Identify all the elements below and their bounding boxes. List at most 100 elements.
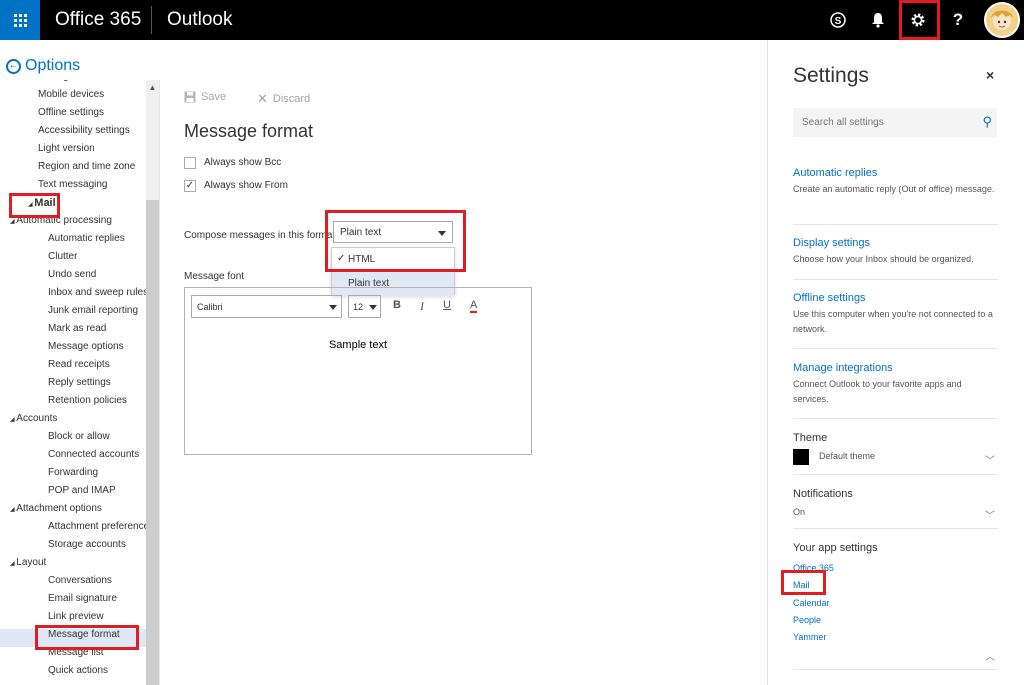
nav-item-label: Layout <box>16 557 47 568</box>
nav-item[interactable]: Block or allow <box>48 431 110 442</box>
font-size-select[interactable]: 12 <box>348 295 381 318</box>
brand-title[interactable]: Office 365 <box>55 9 141 31</box>
bold-button[interactable]: B <box>393 299 401 311</box>
avatar-image <box>991 10 1013 30</box>
nav-item[interactable]: ◢ Layout <box>10 557 46 568</box>
notifications-value[interactable]: On <box>793 507 805 517</box>
nav-item[interactable]: Conversations <box>48 575 112 586</box>
nav-item[interactable]: Text messaging <box>38 179 107 190</box>
nav-item[interactable]: Retention policies <box>48 395 127 406</box>
close-icon[interactable]: × <box>986 67 994 83</box>
nav-item-label: Read receipts <box>48 359 110 370</box>
nav-item-label: Inbox and sweep rules <box>48 287 146 298</box>
app-title[interactable]: Outlook <box>167 9 232 31</box>
scroll-up-icon[interactable]: ▲ <box>146 80 159 94</box>
display-settings-link[interactable]: Display settings <box>793 237 870 249</box>
nav-item-label: Accounts <box>16 413 58 424</box>
automatic-replies-link[interactable]: Automatic replies <box>793 167 877 179</box>
offline-settings-link[interactable]: Offline settings <box>793 292 866 304</box>
nav-item[interactable]: POP and IMAP <box>48 485 116 496</box>
always-show-bcc-checkbox[interactable] <box>184 157 196 169</box>
nav-item-label: Email signature <box>48 593 117 604</box>
theme-swatch[interactable] <box>793 449 809 465</box>
nav-item[interactable]: Storage accounts <box>48 539 126 550</box>
nav-item[interactable]: Attachment preference <box>48 521 146 532</box>
nav-item[interactable]: Offline settings <box>38 107 104 118</box>
app-launcher-button[interactable] <box>0 0 40 40</box>
app-link-yammer[interactable]: Yammer <box>793 632 826 642</box>
notifications-button[interactable] <box>858 0 898 40</box>
nav-item[interactable]: Connected accounts <box>48 449 139 460</box>
topbar-divider <box>151 6 152 34</box>
search-placeholder: Search all settings <box>802 117 884 128</box>
nav-item-label: Undo send <box>48 269 97 280</box>
message-font-label: Message font <box>184 271 245 282</box>
nav-item[interactable]: Accessibility settings <box>38 125 130 136</box>
nav-item[interactable]: Message options <box>48 341 124 352</box>
app-link-calendar[interactable]: Calendar <box>793 598 830 608</box>
nav-item-label: Text messaging <box>38 179 108 190</box>
nav-item[interactable]: Mobile devices <box>38 89 104 100</box>
nav-item[interactable]: Read receipts <box>48 359 110 370</box>
options-back-link[interactable]: ← Options <box>6 57 80 75</box>
svg-text:S: S <box>835 16 842 27</box>
nav-item[interactable]: Region and time zone <box>38 161 135 172</box>
chevron-down-icon[interactable]: ﹀ <box>985 507 995 522</box>
nav-item[interactable]: Clutter <box>48 251 77 262</box>
nav-item[interactable]: Reply settings <box>48 377 111 388</box>
top-bar: Office 365 Outlook S ? <box>0 0 1024 40</box>
search-icon[interactable]: ⚲ <box>982 114 992 130</box>
automatic-replies-desc: Create an automatic reply (Out of office… <box>793 184 995 194</box>
theme-label: Theme <box>793 432 828 444</box>
options-nav: Manage add-ins Mobile devices Offline sett… <box>0 80 146 685</box>
discard-button[interactable]: ✕ Discard <box>257 91 310 107</box>
chevron-up-icon[interactable]: ︿ <box>985 648 995 663</box>
nav-item-label: Quick actions <box>48 665 109 676</box>
save-button[interactable]: Save <box>184 91 226 103</box>
app-link-people[interactable]: People <box>793 615 821 625</box>
settings-search-input[interactable]: Search all settings ⚲ <box>793 108 997 137</box>
nav-item-label: Offline settings <box>38 107 104 118</box>
manage-integrations-link[interactable]: Manage integrations <box>793 362 893 374</box>
avatar[interactable] <box>984 2 1020 38</box>
nav-item-label: Forwarding <box>48 467 99 478</box>
nav-item[interactable]: Link preview <box>48 611 104 622</box>
nav-item-label: Reply settings <box>48 377 111 388</box>
nav-item[interactable]: Manage add-ins <box>38 80 110 82</box>
discard-label: Discard <box>272 93 311 105</box>
underline-button[interactable]: U <box>443 299 451 311</box>
nav-item[interactable]: ◢ Accounts <box>10 413 57 424</box>
nav-border <box>159 80 160 685</box>
nav-item[interactable]: Email signature <box>48 593 117 604</box>
nav-item-label: Block or allow <box>48 431 110 442</box>
theme-value[interactable]: Default theme <box>819 451 875 461</box>
help-button[interactable]: ? <box>938 0 978 40</box>
nav-item[interactable]: Forwarding <box>48 467 98 478</box>
nav-item-label: POP and IMAP <box>48 485 116 496</box>
display-settings-desc: Choose how your Inbox should be organize… <box>793 254 974 264</box>
chevron-down-icon[interactable]: ﹀ <box>985 452 995 467</box>
skype-button[interactable]: S <box>818 0 858 40</box>
nav-item[interactable]: ◢ Attachment options <box>10 503 102 514</box>
font-family-select[interactable]: Calibri <box>191 295 342 318</box>
settings-separator <box>793 418 997 419</box>
nav-item[interactable]: Undo send <box>48 269 96 280</box>
italic-button[interactable]: I <box>420 299 424 314</box>
font-color-button[interactable]: A <box>470 299 478 313</box>
nav-item[interactable]: Inbox and sweep rules <box>48 287 146 298</box>
settings-separator <box>793 528 997 529</box>
highlight-message-format <box>35 625 139 650</box>
highlight-mail <box>9 193 60 218</box>
nav-item[interactable]: Junk email reporting <box>48 305 138 316</box>
always-show-from-checkbox[interactable]: ✓ <box>184 180 196 192</box>
nav-item[interactable]: Automatic replies <box>48 233 125 244</box>
settings-separator <box>793 474 997 475</box>
app-settings-label: Your app settings <box>793 542 878 554</box>
compose-format-label: Compose messages in this format: <box>184 230 338 241</box>
settings-separator <box>793 348 997 349</box>
nav-item-label: Mobile devices <box>38 89 105 100</box>
nav-item[interactable]: Quick actions <box>48 665 108 676</box>
nav-item[interactable]: Mark as read <box>48 323 106 334</box>
nav-scrollbar-thumb[interactable] <box>146 200 159 685</box>
nav-item[interactable]: Light version <box>38 143 95 154</box>
